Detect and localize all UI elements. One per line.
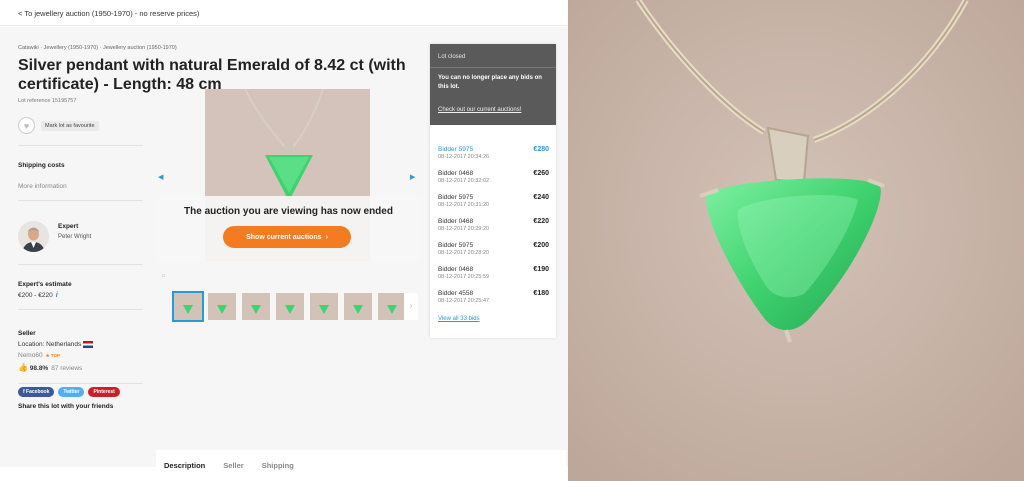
seller-reviews[interactable]: 87 reviews	[51, 365, 82, 372]
thumbnail-strip	[172, 291, 406, 322]
estimate-amount: €200 - €220	[18, 292, 53, 299]
bidder-name: Bidder 0468	[438, 218, 474, 225]
chevron-right-icon[interactable]: ▶	[410, 173, 415, 181]
top-bar: < To jewellery auction (1950-1970) - no …	[0, 0, 568, 26]
bidder-name: Bidder 5975	[438, 146, 474, 153]
more-information-link[interactable]: More information	[18, 183, 67, 190]
bid-row: Bidder 5975 08-12-2017 20:28:20 €200	[438, 242, 549, 266]
gallery-thumbnail[interactable]	[344, 293, 372, 320]
bid-amount: €190	[533, 266, 549, 273]
auction-ended-message: The auction you are viewing has now ende…	[184, 206, 393, 217]
bid-row: Bidder 5975 08-12-2017 20:31:20 €240	[438, 194, 549, 218]
tab-description[interactable]: Description	[164, 461, 205, 470]
bid-timestamp: 08-12-2017 20:29:20	[438, 226, 490, 232]
netherlands-flag-icon	[83, 341, 94, 348]
bid-row: Bidder 4558 08-12-2017 20:25:47 €180	[438, 290, 549, 314]
lot-reference: Lot reference 15195757	[18, 98, 77, 104]
divider	[18, 309, 143, 310]
facebook-share-button[interactable]: f Facebook	[18, 387, 55, 397]
view-all-bids-link[interactable]: View all 33 bids	[438, 316, 480, 322]
bid-row: Bidder 0468 08-12-2017 20:32:02 €260	[438, 170, 549, 194]
current-auctions-link[interactable]: Check out our current auctions!	[438, 107, 521, 113]
tab-bar: Description Seller Shipping	[156, 450, 566, 481]
favourite-button[interactable]: Mark lot as favourite	[41, 120, 99, 131]
expert-role: Expert	[58, 223, 79, 230]
chevron-left-icon[interactable]: ◀	[158, 173, 163, 181]
bid-list: Bidder 5975 08-12-2017 20:34:26 €280 Bidder…	[438, 146, 549, 314]
back-to-auction-link[interactable]: < To jewellery auction (1950-1970) - no …	[18, 9, 199, 18]
pinterest-share-button[interactable]: Pinterest	[88, 387, 120, 397]
bid-amount: €240	[533, 194, 549, 201]
shipping-label: Shipping costs	[18, 162, 65, 169]
closed-message: You can no longer place any bids on this…	[438, 75, 542, 90]
bid-row: Bidder 5975 08-12-2017 20:34:26 €280	[438, 146, 549, 170]
divider	[18, 145, 143, 146]
show-current-auctions-label: Show current auctions	[246, 233, 322, 241]
estimate-value: €200 - €220 i	[18, 292, 58, 299]
enlarged-lot-photo	[568, 0, 1024, 481]
favourite-control[interactable]: ♥ Mark lot as favourite	[18, 117, 99, 134]
bidder-name: Bidder 5975	[438, 194, 474, 201]
seller-rating: 98.8%	[29, 365, 49, 372]
heart-icon[interactable]: ♥	[18, 117, 35, 134]
bid-row: Bidder 0468 08-12-2017 20:25:59 €190	[438, 266, 549, 290]
breadcrumb[interactable]: Catawiki · Jewellery (1950-1970) · Jewel…	[18, 45, 177, 51]
bidder-name: Bidder 5975	[438, 242, 474, 249]
lot-closed-header: Lot closed You can no longer place any b…	[430, 44, 556, 125]
info-icon[interactable]: i	[56, 292, 58, 299]
gallery-thumbnail[interactable]	[310, 293, 338, 320]
bid-amount: €260	[533, 170, 549, 177]
seller-rating-row: 👍 98.8% 87 reviews	[18, 363, 82, 372]
top-seller-badge: ★ TOP	[45, 353, 61, 358]
seller-name[interactable]: Nemo60	[18, 352, 43, 359]
gallery-thumbnail[interactable]	[242, 293, 270, 320]
seller-location-text: Location: Netherlands	[18, 341, 82, 349]
tab-seller[interactable]: Seller	[223, 461, 243, 470]
seller-location: Location: Netherlands	[18, 341, 94, 349]
bid-amount: €220	[533, 218, 549, 225]
bid-timestamp: 08-12-2017 20:32:02	[438, 178, 490, 184]
chevron-right-icon[interactable]: ›	[404, 293, 418, 320]
tab-shipping[interactable]: Shipping	[262, 461, 294, 470]
bidder-name: Bidder 0468	[438, 170, 474, 177]
divider	[430, 67, 556, 68]
gallery-thumbnail[interactable]	[276, 293, 304, 320]
expert-name[interactable]: Peter Wright	[58, 234, 91, 240]
bid-timestamp: 08-12-2017 20:34:26	[438, 154, 490, 160]
bidder-name: Bidder 4558	[438, 290, 474, 297]
gallery-thumbnail[interactable]	[378, 293, 406, 320]
bid-timestamp: 08-12-2017 20:28:20	[438, 250, 490, 256]
twitter-share-button[interactable]: Twitter	[58, 387, 85, 397]
bid-amount: €180	[533, 290, 549, 297]
gallery-thumbnail[interactable]	[208, 293, 236, 320]
auction-ended-overlay: The auction you are viewing has now ende…	[156, 196, 421, 261]
bid-timestamp: 08-12-2017 20:25:59	[438, 274, 490, 280]
gallery-thumbnail[interactable]	[172, 291, 204, 322]
share-buttons: f Facebook Twitter Pinterest	[18, 387, 120, 397]
share-label: Share this lot with your friends	[18, 403, 114, 410]
expert-avatar	[18, 221, 49, 252]
seller-label: Seller	[18, 330, 36, 337]
chevron-right-icon: ›	[325, 233, 328, 241]
divider	[18, 200, 143, 201]
lot-page: < To jewellery auction (1950-1970) - no …	[0, 0, 568, 481]
lot-status: Lot closed	[438, 54, 466, 60]
bid-timestamp: 08-12-2017 20:31:20	[438, 202, 490, 208]
bid-timestamp: 08-12-2017 20:25:47	[438, 298, 490, 304]
photo-gallery: ◀ ▶ The auction you are viewing has now …	[156, 89, 421, 261]
show-current-auctions-button[interactable]: Show current auctions ›	[223, 226, 351, 248]
bid-amount: €200	[533, 242, 549, 249]
bidder-name: Bidder 0468	[438, 266, 474, 273]
zoom-icon[interactable]: ⌕	[161, 270, 166, 281]
divider	[18, 264, 143, 265]
estimate-label: Expert's estimate	[18, 281, 72, 288]
seller-identity: Nemo60 ★ TOP	[18, 352, 60, 359]
bid-amount: €280	[533, 146, 549, 153]
bids-panel: Lot closed You can no longer place any b…	[430, 44, 556, 338]
thumbs-up-icon: 👍	[18, 363, 28, 372]
divider	[18, 383, 143, 384]
bid-row: Bidder 0468 08-12-2017 20:29:20 €220	[438, 218, 549, 242]
